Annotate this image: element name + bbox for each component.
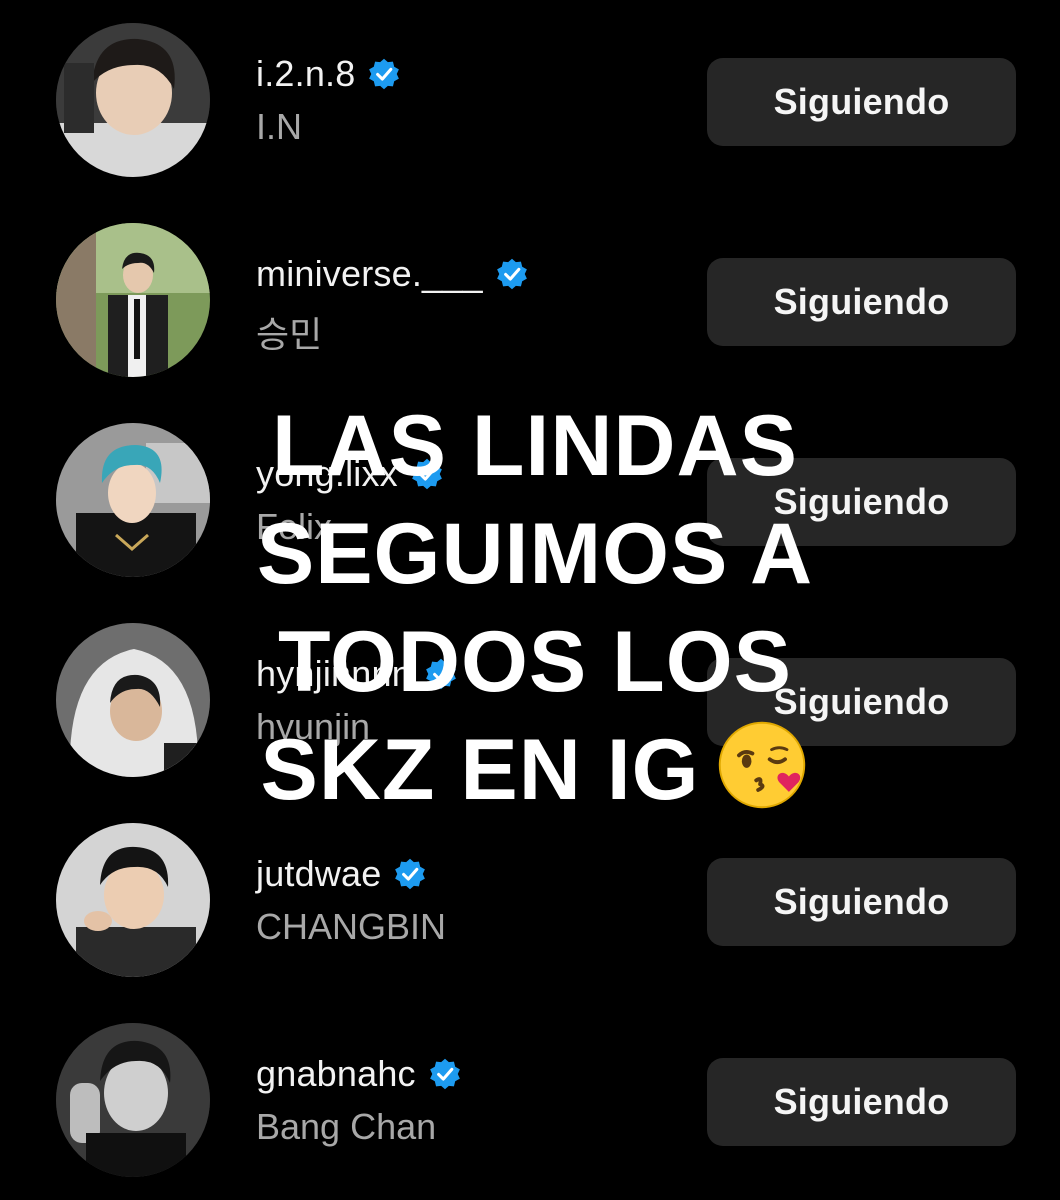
- following-button[interactable]: Siguiendo: [707, 658, 1016, 746]
- username[interactable]: yong.lixx: [256, 453, 398, 495]
- avatar[interactable]: [56, 23, 210, 177]
- following-list: i.2.n.8 I.N Siguiendo miniverse.___ 승민 S…: [0, 0, 1060, 1200]
- full-name: CHANGBIN: [256, 906, 447, 947]
- avatar-image: [56, 23, 210, 177]
- list-item[interactable]: yong.lixx Felix Siguiendo: [0, 400, 1060, 600]
- full-name: I.N: [256, 106, 303, 147]
- avatar[interactable]: [56, 1023, 210, 1177]
- list-item[interactable]: hynjinnnn hyunjin Siguiendo: [0, 600, 1060, 800]
- verified-badge-icon: [367, 57, 401, 91]
- username[interactable]: gnabnahc: [256, 1053, 416, 1095]
- verified-badge-icon: [495, 257, 529, 291]
- full-name: Bang Chan: [256, 1106, 437, 1147]
- verified-badge-icon: [410, 457, 444, 491]
- list-item[interactable]: jutdwae CHANGBIN Siguiendo: [0, 800, 1060, 1000]
- avatar[interactable]: [56, 623, 210, 777]
- verified-badge-icon: [428, 1057, 462, 1091]
- following-button[interactable]: Siguiendo: [707, 1058, 1016, 1146]
- username[interactable]: miniverse.___: [256, 253, 483, 295]
- full-name: 승민: [256, 314, 323, 355]
- full-name: Felix: [256, 506, 333, 547]
- avatar-image: [56, 1023, 210, 1177]
- list-item[interactable]: gnabnahc Bang Chan Siguiendo: [0, 1000, 1060, 1200]
- list-item[interactable]: miniverse.___ 승민 Siguiendo: [0, 200, 1060, 400]
- following-button[interactable]: Siguiendo: [707, 258, 1016, 346]
- username[interactable]: jutdwae: [256, 853, 381, 895]
- username[interactable]: i.2.n.8: [256, 53, 355, 95]
- avatar-image: [56, 623, 210, 777]
- avatar[interactable]: [56, 823, 210, 977]
- avatar[interactable]: [56, 223, 210, 377]
- verified-badge-icon: [424, 657, 458, 691]
- avatar[interactable]: [56, 423, 210, 577]
- following-button[interactable]: Siguiendo: [707, 458, 1016, 546]
- following-button[interactable]: Siguiendo: [707, 58, 1016, 146]
- avatar-image: [56, 823, 210, 977]
- full-name: hyunjin: [256, 706, 371, 747]
- username[interactable]: hynjinnnn: [256, 653, 412, 695]
- following-button[interactable]: Siguiendo: [707, 858, 1016, 946]
- verified-badge-icon: [393, 857, 427, 891]
- avatar-image: [56, 223, 210, 377]
- avatar-image: [56, 423, 210, 577]
- list-item[interactable]: i.2.n.8 I.N Siguiendo: [0, 0, 1060, 200]
